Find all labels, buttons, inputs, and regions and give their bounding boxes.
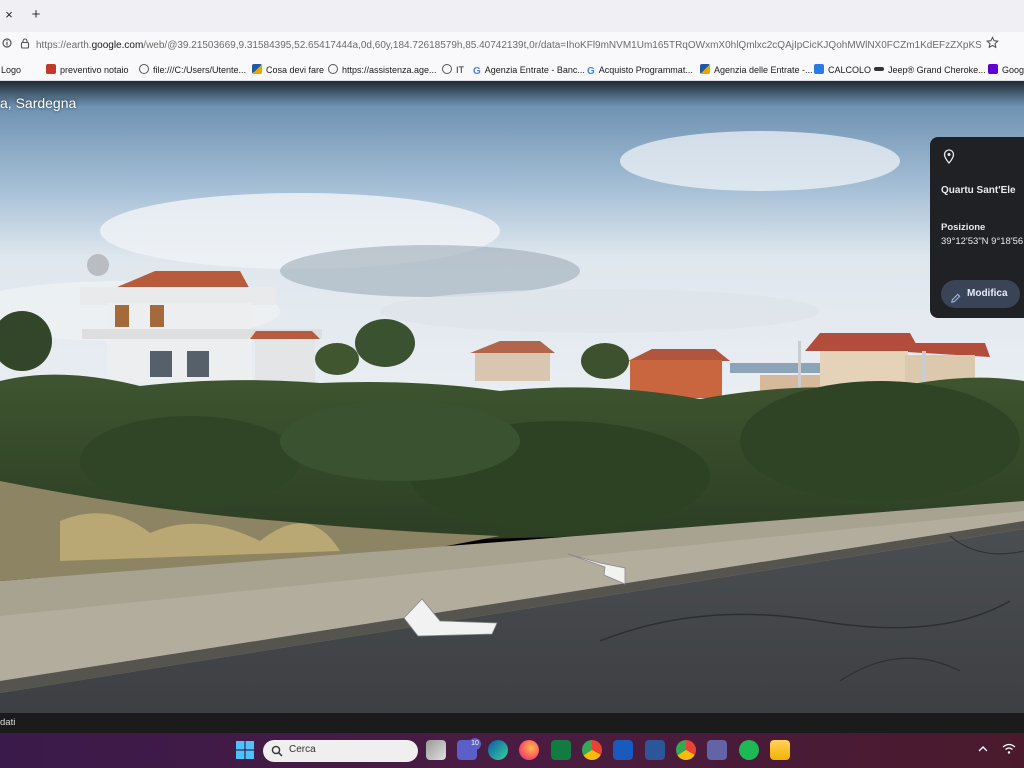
street-view-image[interactable] — [0, 81, 1024, 713]
tab-close-button[interactable]: × — [0, 4, 18, 26]
taskbar: Cerca 10 — [0, 733, 1024, 768]
street-view-panorama[interactable]: a, Sardegna Quartu Sant'Ele Posizione 39… — [0, 81, 1024, 713]
app-icon[interactable] — [645, 740, 665, 760]
position-label: Posizione — [941, 222, 986, 233]
task-view-icon[interactable] — [426, 740, 446, 760]
file-explorer-icon[interactable] — [770, 740, 790, 760]
globe-icon — [442, 64, 452, 74]
nf-icon — [46, 64, 56, 74]
excel-icon[interactable] — [551, 740, 571, 760]
bookmark-preventivo-notaio[interactable]: preventivo notaio — [46, 63, 129, 77]
navigation-bar: https://earth.google.com/web/@39.2150366… — [0, 32, 1024, 59]
chrome-profile-icon[interactable] — [676, 740, 696, 760]
new-tab-button[interactable]: + — [28, 4, 44, 26]
site-info-icon[interactable] — [2, 38, 12, 51]
lock-icon[interactable] — [20, 38, 30, 52]
chevron-up-icon[interactable] — [978, 743, 988, 755]
google-icon: G — [473, 66, 481, 77]
bookmark-agenzia-entrate-banc[interactable]: G Agenzia Entrate - Banc... — [473, 63, 585, 77]
location-pin-icon — [943, 149, 955, 169]
network-icon[interactable] — [1002, 743, 1016, 758]
pencil-icon — [950, 288, 961, 316]
bookmark-cosa-devi-fare[interactable]: Cosa devi fare — [252, 63, 324, 77]
edit-button[interactable]: Modifica — [941, 280, 1020, 308]
windows-icon — [236, 741, 254, 759]
chrome-icon[interactable] — [582, 740, 602, 760]
bookmark-it[interactable]: IT — [442, 63, 464, 77]
bookmark-google[interactable]: Googl — [988, 63, 1024, 77]
notification-badge: 10 — [469, 738, 481, 750]
globe-icon — [139, 64, 149, 74]
ade-icon — [252, 64, 262, 74]
bookmark-file[interactable]: file:///C:/Users/Utente... — [139, 63, 246, 77]
taskbar-search[interactable]: Cerca — [263, 740, 418, 762]
word-icon[interactable] — [613, 740, 633, 760]
search-placeholder: Cerca — [289, 744, 316, 755]
bookmarks-bar: Logo preventivo notaio file:///C:/Users/… — [0, 59, 1024, 81]
jeep-icon — [874, 67, 884, 71]
status-strip: dati — [0, 713, 1024, 733]
bookmark-acquisto-programmat[interactable]: G Acquisto Programmat... — [587, 63, 693, 77]
globe-icon — [328, 64, 338, 74]
teams-icon[interactable] — [707, 740, 727, 760]
location-title: a, Sardegna — [0, 95, 77, 111]
data-credit: dati — [0, 717, 16, 728]
bookmark-logo[interactable]: Logo — [1, 63, 21, 77]
calc-icon — [814, 64, 824, 74]
bookmark-star-icon[interactable] — [986, 36, 999, 52]
start-button[interactable] — [236, 741, 254, 759]
bookmark-assistenza[interactable]: https://assistenza.age... — [328, 63, 437, 77]
google-icon: G — [587, 66, 595, 77]
bookmark-calcolo[interactable]: CALCOLO — [814, 63, 871, 77]
bookmark-agenzia-delle-entrate[interactable]: Agenzia delle Entrate -... — [700, 63, 813, 77]
firefox-icon[interactable] — [519, 740, 539, 760]
spotify-icon[interactable] — [739, 740, 759, 760]
url-bar[interactable]: https://earth.google.com/web/@39.2150366… — [36, 36, 981, 55]
yahoo-icon — [988, 64, 998, 74]
place-info-card: Quartu Sant'Ele Posizione 39°12'53"N 9°1… — [930, 137, 1024, 318]
place-name: Quartu Sant'Ele — [941, 185, 1016, 196]
bookmark-jeep[interactable]: Jeep® Grand Cheroke... — [874, 63, 986, 77]
position-coordinates: 39°12'53"N 9°18'56 — [941, 236, 1024, 247]
search-icon — [271, 744, 283, 762]
tab-bar: × + — [0, 0, 1024, 32]
ade-icon — [700, 64, 710, 74]
edge-icon[interactable] — [488, 740, 508, 760]
